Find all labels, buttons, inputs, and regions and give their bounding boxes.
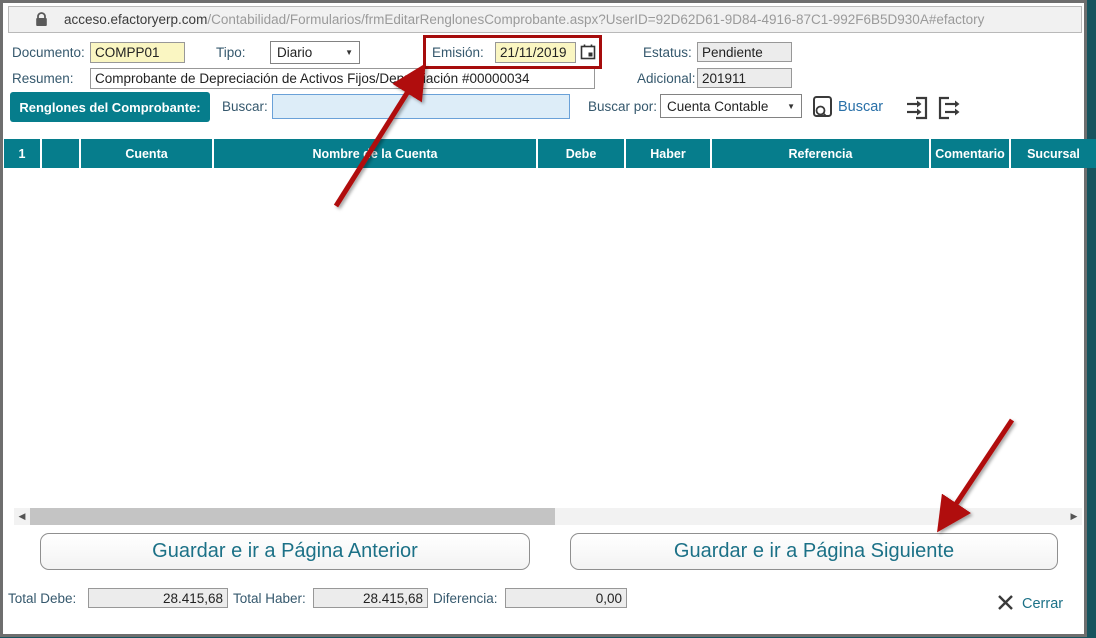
column-header-haber[interactable]: Haber xyxy=(626,139,710,168)
scroll-left-icon[interactable]: ◀ xyxy=(14,508,30,525)
adicional-label: Adicional: xyxy=(637,71,696,86)
resumen-input[interactable] xyxy=(90,68,595,89)
resumen-label: Resumen: xyxy=(12,71,74,86)
scrollbar-thumb[interactable] xyxy=(30,508,555,525)
chevron-down-icon: ▼ xyxy=(787,101,795,111)
guardar-pagina-siguiente-label: Guardar e ir a Página Siguiente xyxy=(673,540,955,562)
buscar-button[interactable]: Buscar xyxy=(838,99,883,115)
guardar-pagina-anterior-label: Guardar e ir a Página Anterior xyxy=(152,540,418,562)
scroll-right-icon[interactable]: ▶ xyxy=(1066,508,1082,525)
total-haber-value xyxy=(313,588,428,608)
total-debe-value xyxy=(88,588,228,608)
emision-input[interactable] xyxy=(495,42,576,63)
calendar-icon[interactable] xyxy=(580,44,596,60)
column-header-debe[interactable]: Debe xyxy=(538,139,624,168)
table-header-row: 1 Cuenta Nombre de la Cuenta Debe Haber … xyxy=(4,139,1096,168)
tipo-select[interactable]: Diario ▼ xyxy=(270,41,360,64)
column-header-nombre[interactable]: Nombre de la Cuenta xyxy=(214,139,536,168)
url-path: /Contabilidad/Formularios/frmEditarRengl… xyxy=(207,12,985,27)
address-bar[interactable]: acceso.efactoryerp.com/Contabilidad/Form… xyxy=(8,6,1082,33)
estatus-label: Estatus: xyxy=(643,45,692,60)
chevron-down-icon: ▼ xyxy=(345,48,353,57)
app-screen: acceso.efactoryerp.com/Contabilidad/Form… xyxy=(0,0,1096,638)
estatus-input xyxy=(697,42,792,62)
search-document-icon[interactable] xyxy=(812,95,834,119)
diferencia-label: Diferencia: xyxy=(433,591,498,606)
total-debe-label: Total Debe: xyxy=(8,591,77,606)
buscar-por-label: Buscar por: xyxy=(588,99,658,114)
adicional-input xyxy=(697,68,792,88)
lock-icon xyxy=(35,12,48,27)
url-host: acceso.efactoryerp.com xyxy=(64,12,208,27)
column-header-referencia[interactable]: Referencia xyxy=(712,139,929,168)
buscar-label: Buscar: xyxy=(222,99,268,114)
renglones-del-comprobante-button[interactable]: Renglones del Comprobante: xyxy=(10,92,210,122)
renglones-del-comprobante-label: Renglones del Comprobante: xyxy=(19,99,201,115)
export-rows-icon[interactable] xyxy=(938,95,964,121)
guardar-pagina-anterior-button[interactable]: Guardar e ir a Página Anterior xyxy=(40,533,530,570)
close-icon[interactable] xyxy=(997,594,1014,611)
buscar-por-select[interactable]: Cuenta Contable ▼ xyxy=(660,94,802,118)
column-header-comentario[interactable]: Comentario xyxy=(931,139,1009,168)
column-header-cuenta[interactable]: Cuenta xyxy=(81,139,212,168)
buscar-por-select-value: Cuenta Contable xyxy=(667,98,769,114)
guardar-pagina-siguiente-button[interactable]: Guardar e ir a Página Siguiente xyxy=(570,533,1058,570)
column-header-rownum: 1 xyxy=(4,139,40,168)
horizontal-scrollbar[interactable]: ◀ ▶ xyxy=(14,508,1082,525)
total-haber-label: Total Haber: xyxy=(233,591,306,606)
column-header-selector xyxy=(42,139,79,168)
import-rows-icon[interactable] xyxy=(905,95,929,121)
documento-label: Documento: xyxy=(12,45,85,60)
tipo-label: Tipo: xyxy=(216,45,246,60)
cerrar-button[interactable]: Cerrar xyxy=(1022,596,1063,612)
diferencia-value xyxy=(505,588,627,608)
tipo-select-value: Diario xyxy=(277,45,313,60)
search-input[interactable] xyxy=(272,94,570,119)
emision-label: Emisión: xyxy=(432,45,484,60)
column-header-sucursal[interactable]: Sucursal xyxy=(1011,139,1096,168)
documento-input[interactable] xyxy=(90,42,185,63)
